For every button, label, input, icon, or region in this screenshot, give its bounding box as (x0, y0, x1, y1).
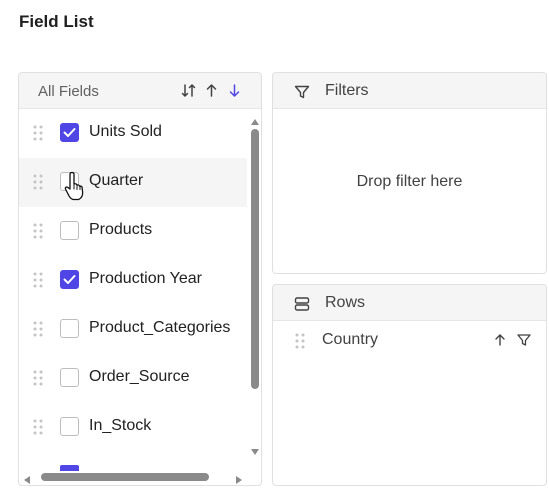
fields-header-label: All Fields (38, 83, 99, 100)
drag-handle-icon[interactable] (33, 272, 43, 288)
scroll-down-icon[interactable] (250, 443, 260, 461)
filters-label: Filters (325, 82, 369, 99)
scroll-right-icon[interactable] (235, 472, 243, 485)
field-label: Products (89, 221, 153, 238)
hand-pointer-cursor-icon (64, 170, 88, 202)
drag-handle-icon[interactable] (33, 174, 43, 190)
field-label: In_Stock (89, 417, 152, 434)
rows-label: Rows (325, 294, 366, 311)
drag-handle-icon[interactable] (33, 370, 43, 386)
drag-handle-icon[interactable] (33, 125, 43, 141)
sort-descending-icon[interactable] (226, 82, 243, 99)
sort-controls (180, 82, 243, 99)
page-title: Field List (19, 12, 94, 31)
field-label: Units Sold (89, 123, 162, 140)
sort-ascending-icon[interactable] (203, 82, 220, 99)
field-item-product-categories[interactable]: Product_Categories (19, 305, 247, 354)
field-label: Quarter (89, 172, 144, 189)
row-item-label: Country (322, 331, 379, 348)
horizontal-scroll-thumb[interactable] (41, 473, 209, 481)
field-item-in-stock[interactable]: In_Stock (19, 403, 247, 452)
vertical-scrollbar[interactable] (247, 109, 261, 465)
field-label: Order_Source (89, 368, 190, 385)
rows-icon (293, 295, 311, 313)
field-item-production-year[interactable]: Production Year (19, 256, 247, 305)
field-checkbox[interactable] (60, 368, 79, 387)
field-list: Units Sold Quarter Products Production Y… (19, 109, 247, 465)
row-item-actions (492, 332, 532, 353)
vertical-scroll-thumb[interactable] (251, 129, 259, 389)
rows-panel[interactable]: Rows Country (272, 284, 547, 486)
drag-handle-icon[interactable] (33, 321, 43, 337)
drag-handle-icon[interactable] (33, 223, 43, 239)
field-label: Production Year (89, 270, 202, 287)
sort-toggle-icon[interactable] (180, 82, 197, 99)
drag-handle-icon[interactable] (295, 333, 305, 349)
field-checkbox[interactable] (60, 270, 79, 289)
field-item-quarter[interactable]: Quarter (19, 158, 247, 207)
rows-header: Rows (273, 285, 546, 321)
field-checkbox[interactable] (60, 123, 79, 142)
fields-header: All Fields (19, 73, 261, 109)
filter-icon[interactable] (516, 332, 532, 353)
field-checkbox[interactable] (60, 319, 79, 338)
field-item-order-source[interactable]: Order_Source (19, 354, 247, 403)
drag-handle-icon[interactable] (33, 419, 43, 435)
field-item-products[interactable]: Products (19, 207, 247, 256)
horizontal-scrollbar[interactable] (19, 469, 247, 485)
field-list-panel: All Fields Units Sold Quarter Products P… (18, 72, 262, 486)
field-checkbox[interactable] (60, 221, 79, 240)
filters-header: Filters (273, 73, 546, 109)
field-checkbox[interactable] (60, 417, 79, 436)
filter-icon (293, 83, 311, 101)
filters-drop-zone[interactable]: Drop filter here (273, 173, 546, 191)
scroll-left-icon[interactable] (23, 472, 31, 485)
row-item-country[interactable]: Country (273, 323, 546, 359)
field-item-units-sold[interactable]: Units Sold (19, 109, 247, 158)
filters-panel[interactable]: Filters Drop filter here (272, 72, 547, 274)
field-label: Product_Categories (89, 319, 231, 336)
sort-ascending-icon[interactable] (492, 332, 508, 353)
